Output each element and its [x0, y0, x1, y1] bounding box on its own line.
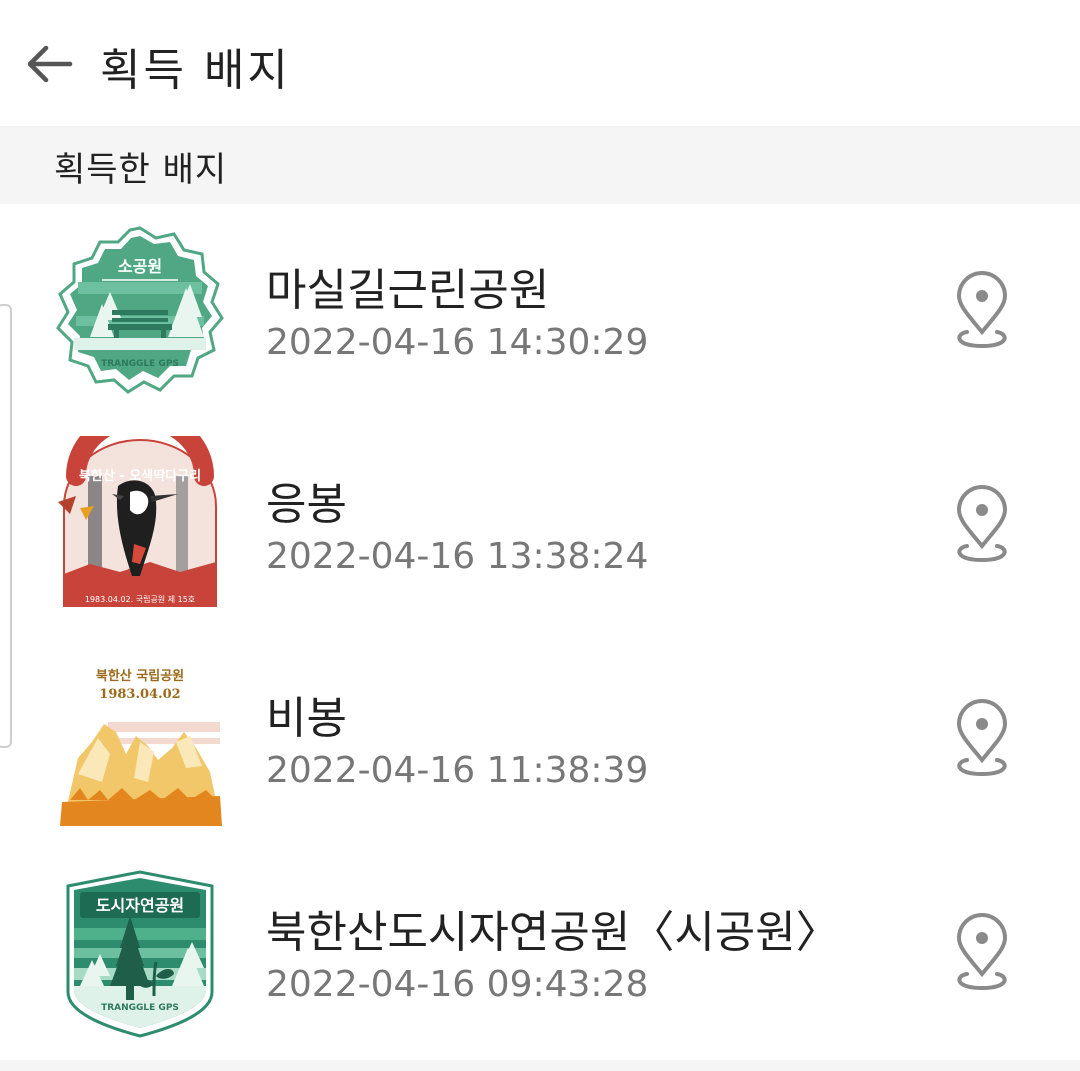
- section-header: 획득한 배지: [0, 126, 1080, 204]
- app-bar: 획득 배지: [0, 0, 1080, 126]
- badge-time: 2022-04-16 09:43:28: [266, 964, 649, 1005]
- page-title: 획득 배지: [100, 45, 291, 96]
- badge-label: 소공원: [118, 257, 162, 276]
- woodpecker-badge-icon: 북한산 - 오색딱다구리 1983.04.02. 국립공원 제 15호: [58, 436, 217, 607]
- badge-sublabel: TRANGGLE GPS: [101, 359, 179, 369]
- back-button[interactable]: [18, 38, 78, 90]
- badge-item[interactable]: 북한산 - 오색딱다구리 1983.04.02. 국립공원 제 15호 응봉 2…: [0, 418, 1080, 632]
- location-pin-icon[interactable]: [945, 484, 1019, 572]
- badge-name: 응봉: [266, 479, 347, 530]
- badge-sublabel: 1983.04.02: [99, 687, 180, 702]
- location-pin-icon[interactable]: [945, 270, 1019, 358]
- section-title: 획득한 배지: [54, 150, 228, 190]
- badge-time: 2022-04-16 11:38:39: [266, 750, 649, 791]
- badge-item[interactable]: 소공원 TRANGGLE GPS 마실길근린공원 2022-04-16 14:3…: [0, 204, 1080, 418]
- small-park-badge-icon: 소공원 TRANGGLE GPS: [56, 226, 224, 394]
- mountain-peak-badge-icon: 북한산 국립공원 1983.04.02: [60, 668, 222, 826]
- badge-name: 북한산도시자연공원〈시공원〉: [266, 907, 840, 958]
- badge-label: 도시자연공원: [96, 896, 184, 915]
- badge-item[interactable]: 북한산 국립공원 1983.04.02 비봉 2022-04-16 11:38:…: [0, 632, 1080, 846]
- bottom-divider: [0, 1060, 1080, 1071]
- back-arrow-icon: [27, 45, 73, 83]
- location-pin-icon[interactable]: [945, 698, 1019, 786]
- badge-time: 2022-04-16 13:38:24: [266, 536, 649, 577]
- urban-nature-park-badge-icon: 도시자연공원 TRANGGLE GPS: [66, 870, 214, 1038]
- badge-label: 북한산 국립공원: [96, 668, 184, 684]
- location-pin-icon[interactable]: [945, 912, 1019, 1000]
- badge-time: 2022-04-16 14:30:29: [266, 322, 649, 363]
- badge-sublabel: TRANGGLE GPS: [101, 1003, 179, 1013]
- badge-name: 비봉: [266, 693, 347, 744]
- badge-list: 소공원 TRANGGLE GPS 마실길근린공원 2022-04-16 14:3…: [0, 204, 1080, 1060]
- badge-label: 북한산 - 오색딱다구리: [79, 468, 201, 484]
- badge-sublabel: 1983.04.02. 국립공원 제 15호: [85, 595, 195, 604]
- badge-name: 마실길근린공원: [266, 265, 550, 316]
- badge-item[interactable]: 도시자연공원 TRANGGLE GPS 북한산도시자연공원〈시공원〉 2022-…: [0, 846, 1080, 1060]
